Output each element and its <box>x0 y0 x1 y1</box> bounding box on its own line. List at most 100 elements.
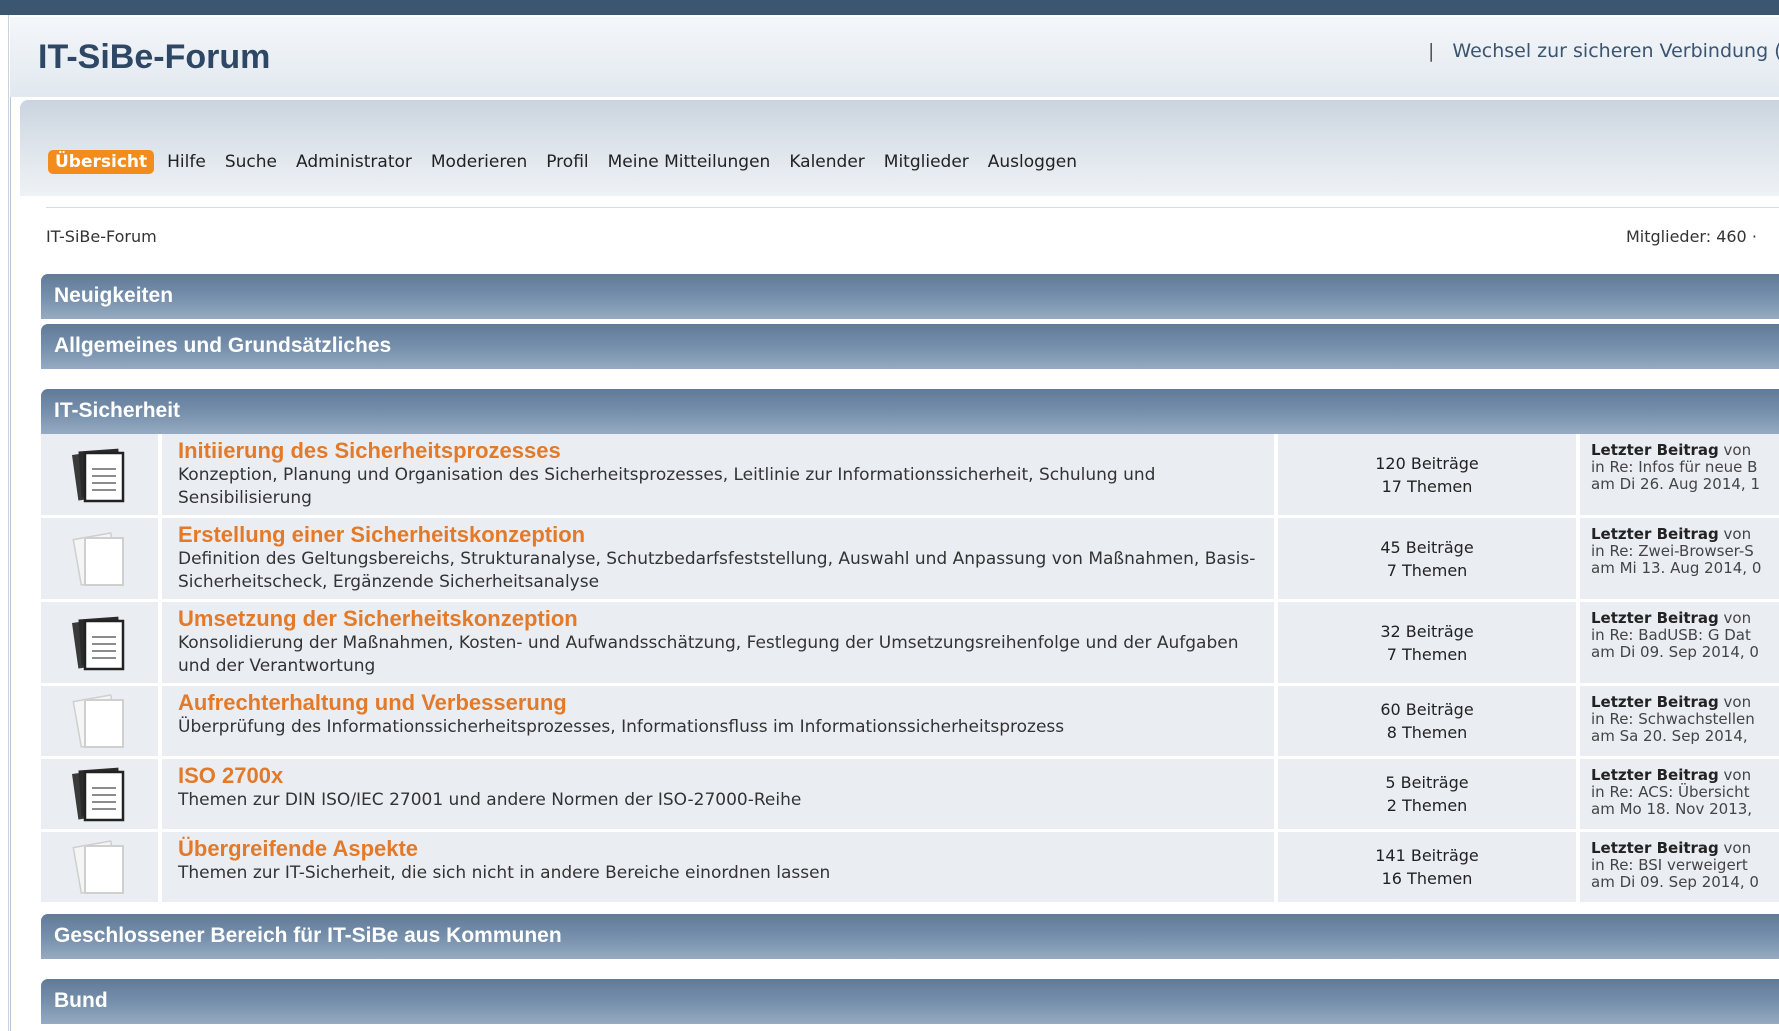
last-post-by: von <box>1718 693 1752 711</box>
board-description: Themen zur DIN ISO/IEC 27001 und andere … <box>178 790 802 810</box>
menu-item-hilfe[interactable]: Hilfe <box>167 152 206 172</box>
board-stats: 141 Beiträge 16 Themen <box>1278 832 1576 902</box>
last-post-label: Letzter Beitrag <box>1591 441 1719 459</box>
post-count: 120 Beiträge <box>1375 453 1479 473</box>
last-post: Letzter Beitrag von in Re: BadUSB: G Dat… <box>1580 602 1779 683</box>
board-info: ISO 2700x Themen zur DIN ISO/IEC 27001 u… <box>162 759 1274 829</box>
board-stats: 45 Beiträge 7 Themen <box>1278 518 1576 599</box>
menu-item-ausloggen[interactable]: Ausloggen <box>988 152 1077 172</box>
board-description: Themen zur IT-Sicherheit, die sich nicht… <box>178 863 831 883</box>
board-status-cell <box>41 434 158 515</box>
board-status-cell <box>41 686 158 756</box>
menu-item-profil[interactable]: Profil <box>546 152 588 172</box>
secure-connection-link[interactable]: | Wechsel zur sicheren Verbindung ( <box>1428 40 1779 62</box>
menu-item-mitglieder[interactable]: Mitglieder <box>884 152 969 172</box>
last-post-topic-link[interactable]: in Re: Zwei-Browser-S <box>1591 543 1779 560</box>
last-post-by: von <box>1718 441 1752 459</box>
topic-count: 7 Themen <box>1386 560 1468 580</box>
board-title-link[interactable]: ISO 2700x <box>178 763 1258 789</box>
menu-bar <box>20 100 1779 196</box>
menu-item-meine-mitteilungen[interactable]: Meine Mitteilungen <box>608 152 771 172</box>
board-row: Initiierung des Sicherheitsprozesses Kon… <box>41 434 1779 515</box>
last-post-label: Letzter Beitrag <box>1591 525 1719 543</box>
board-new-posts-icon <box>71 448 124 502</box>
board-no-new-posts-icon <box>71 694 124 748</box>
last-post-label: Letzter Beitrag <box>1591 609 1719 627</box>
board-stats: 32 Beiträge 7 Themen <box>1278 602 1576 683</box>
category-it-sicherheit[interactable]: IT-Sicherheit <box>41 389 1779 434</box>
last-post-label: Letzter Beitrag <box>1591 693 1719 711</box>
board-row: ISO 2700x Themen zur DIN ISO/IEC 27001 u… <box>41 759 1779 829</box>
last-post-date: am Mi 13. Aug 2014, 0 <box>1591 559 1762 577</box>
board-status-cell <box>41 832 158 902</box>
post-count: 141 Beiträge <box>1375 846 1479 865</box>
menu-item-kalender[interactable]: Kalender <box>789 152 864 172</box>
separator: | <box>1428 40 1435 62</box>
board-no-new-posts-icon <box>71 840 124 894</box>
post-count: 5 Beiträge <box>1385 773 1469 792</box>
last-post-date: am Di 26. Aug 2014, 1 <box>1591 475 1760 493</box>
board-title-link[interactable]: Aufrechterhaltung und Verbesserung <box>178 690 1258 716</box>
last-post-topic-link[interactable]: in Re: BSI verweigert <box>1591 857 1779 874</box>
board-stats: 120 Beiträge 17 Themen <box>1278 434 1576 515</box>
board-new-posts-icon <box>71 616 124 670</box>
board-no-new-posts-icon <box>71 531 124 586</box>
menu-item-suche[interactable]: Suche <box>225 152 277 172</box>
last-post-by: von <box>1718 609 1752 627</box>
category-geschlossener-bereich[interactable]: Geschlossener Bereich für IT-SiBe aus Ko… <box>41 914 1779 959</box>
last-post-topic-link[interactable]: in Re: BadUSB: G Dat <box>1591 627 1779 644</box>
board-status-cell <box>41 759 158 829</box>
post-count: 45 Beiträge <box>1380 537 1474 557</box>
board-row: Aufrechterhaltung und Verbesserung Überp… <box>41 686 1779 756</box>
last-post-topic-link[interactable]: in Re: ACS: Übersicht <box>1591 784 1779 801</box>
board-status-cell <box>41 602 158 683</box>
board-row: Übergreifende Aspekte Themen zur IT-Sich… <box>41 832 1779 902</box>
post-count: 60 Beiträge <box>1380 700 1474 719</box>
window-edge <box>8 15 9 1031</box>
board-title-link[interactable]: Erstellung einer Sicherheitskonzeption <box>178 522 1258 548</box>
board-info: Erstellung einer Sicherheitskonzeption D… <box>162 518 1274 599</box>
board-description: Konzeption, Planung und Organisation des… <box>178 465 1156 508</box>
board-description: Konsolidierung der Maßnahmen, Kosten- un… <box>178 633 1239 676</box>
menu-item-administrator[interactable]: Administrator <box>296 152 412 172</box>
main-menu: Übersicht Hilfe Suche Administrator Mode… <box>48 150 1096 174</box>
board-info: Umsetzung der Sicherheitskonzeption Kons… <box>162 602 1274 683</box>
last-post: Letzter Beitrag von in Re: BSI verweiger… <box>1580 832 1779 902</box>
last-post: Letzter Beitrag von in Re: Infos für neu… <box>1580 434 1779 515</box>
board-new-posts-icon <box>71 767 124 822</box>
post-count: 32 Beiträge <box>1380 621 1474 641</box>
board-row: Umsetzung der Sicherheitskonzeption Kons… <box>41 602 1779 683</box>
topic-count: 16 Themen <box>1381 869 1473 888</box>
last-post-label: Letzter Beitrag <box>1591 839 1719 857</box>
breadcrumb[interactable]: IT-SiBe-Forum <box>46 227 157 246</box>
last-post-date: am Di 09. Sep 2014, 0 <box>1591 643 1759 661</box>
last-post-topic-link[interactable]: in Re: Infos für neue B <box>1591 459 1779 476</box>
secure-link-text[interactable]: Wechsel zur sicheren Verbindung ( <box>1452 40 1779 62</box>
last-post-by: von <box>1718 766 1752 784</box>
last-post-date: am Sa 20. Sep 2014, <box>1591 727 1748 745</box>
board-info: Initiierung des Sicherheitsprozesses Kon… <box>162 434 1274 515</box>
menu-item-moderieren[interactable]: Moderieren <box>431 152 527 172</box>
last-post-topic-link[interactable]: in Re: Schwachstellen <box>1591 711 1779 728</box>
topic-count: 8 Themen <box>1386 723 1468 742</box>
topic-count: 7 Themen <box>1386 644 1468 664</box>
last-post: Letzter Beitrag von in Re: ACS: Übersich… <box>1580 759 1779 829</box>
last-post-label: Letzter Beitrag <box>1591 766 1719 784</box>
menu-item-uebersicht[interactable]: Übersicht <box>48 150 155 174</box>
board-status-cell <box>41 518 158 599</box>
category-allgemeines[interactable]: Allgemeines und Grundsätzliches <box>41 324 1779 369</box>
board-title-link[interactable]: Initiierung des Sicherheitsprozesses <box>178 438 1258 464</box>
category-bund[interactable]: Bund <box>41 979 1779 1024</box>
board-info: Aufrechterhaltung und Verbesserung Überp… <box>162 686 1274 756</box>
top-strip <box>0 0 1779 15</box>
last-post-by: von <box>1718 525 1752 543</box>
board-title-link[interactable]: Übergreifende Aspekte <box>178 836 1258 862</box>
last-post: Letzter Beitrag von in Re: Zwei-Browser-… <box>1580 518 1779 599</box>
category-neuigkeiten[interactable]: Neuigkeiten <box>41 274 1779 319</box>
last-post-date: am Mo 18. Nov 2013, <box>1591 800 1753 818</box>
board-description: Definition des Geltungsbereichs, Struktu… <box>178 549 1256 592</box>
board-title-link[interactable]: Umsetzung der Sicherheitskonzeption <box>178 606 1258 632</box>
topic-count: 17 Themen <box>1381 476 1473 496</box>
board-stats: 5 Beiträge 2 Themen <box>1278 759 1576 829</box>
site-title[interactable]: IT-SiBe-Forum <box>38 38 270 77</box>
